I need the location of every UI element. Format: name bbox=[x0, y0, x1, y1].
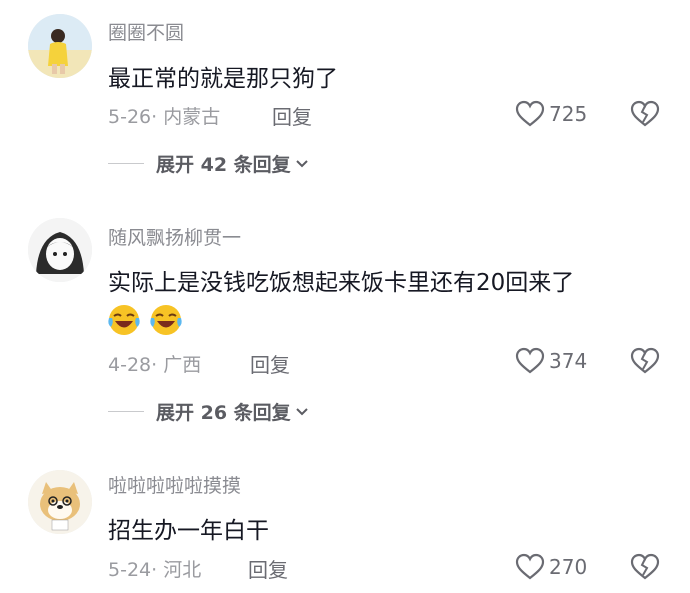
like-button[interactable]: 725 bbox=[515, 100, 587, 128]
avatar[interactable] bbox=[28, 218, 92, 282]
chevron-down-icon bbox=[291, 402, 309, 421]
reply-button[interactable]: 回复 bbox=[272, 101, 312, 130]
like-button[interactable]: 374 bbox=[515, 347, 587, 375]
username[interactable]: 啦啦啦啦啦摸摸 bbox=[108, 471, 241, 498]
heart-icon bbox=[515, 347, 545, 375]
laugh-cry-emoji-icon bbox=[106, 302, 142, 338]
comment-meta: 5-24· 河北 bbox=[108, 559, 202, 581]
comment-meta: 5-26· 内蒙古 bbox=[108, 106, 221, 128]
comment-date: 4-28 bbox=[108, 354, 152, 376]
reply-button[interactable]: 回复 bbox=[250, 349, 290, 378]
broken-heart-icon bbox=[630, 100, 660, 128]
like-count: 270 bbox=[549, 555, 588, 579]
like-count: 374 bbox=[549, 349, 588, 373]
reply-button[interactable]: 回复 bbox=[248, 554, 288, 583]
dislike-button[interactable] bbox=[630, 100, 660, 128]
comment-location: 内蒙古 bbox=[163, 106, 221, 128]
comment-date: 5-24 bbox=[108, 559, 152, 581]
chevron-down-icon bbox=[291, 154, 309, 173]
like-button[interactable]: 270 bbox=[515, 553, 587, 581]
comment-item: 啦啦啦啦啦摸摸 招生办一年白干 5-24· 河北 回复 270 bbox=[0, 440, 690, 593]
heart-icon bbox=[515, 100, 545, 128]
comment-location: 广西 bbox=[163, 354, 202, 376]
username[interactable]: 随风飘扬柳贯一 bbox=[108, 223, 241, 250]
broken-heart-icon bbox=[630, 347, 660, 375]
comment-text: 最正常的就是那只狗了 bbox=[108, 66, 338, 92]
comment-text: 招生办一年白干 bbox=[108, 518, 269, 544]
dislike-button[interactable] bbox=[630, 347, 660, 375]
comment-meta: 4-28· 广西 bbox=[108, 354, 202, 376]
expand-replies-label: 展开 42 条回复 bbox=[156, 154, 291, 176]
broken-heart-icon bbox=[630, 553, 660, 581]
comment-location: 河北 bbox=[163, 559, 202, 581]
comment-date: 5-26 bbox=[108, 106, 152, 128]
comment-item: 随风飘扬柳贯一 实际上是没钱吃饭想起来饭卡里还有20回来了 4-28· 广西 回… bbox=[0, 190, 690, 440]
username[interactable]: 圈圈不圆 bbox=[108, 18, 184, 45]
like-count: 725 bbox=[549, 102, 588, 126]
divider bbox=[108, 411, 144, 412]
avatar[interactable] bbox=[28, 470, 92, 534]
heart-icon bbox=[515, 553, 545, 581]
dislike-button[interactable] bbox=[630, 553, 660, 581]
expand-replies-button[interactable]: 展开 26 条回复 bbox=[108, 398, 309, 425]
emoji-row bbox=[106, 302, 184, 338]
avatar[interactable] bbox=[28, 14, 92, 78]
comment-item: 圈圈不圆 最正常的就是那只狗了 5-26· 内蒙古 回复 725 展开 42 条… bbox=[0, 0, 690, 190]
expand-replies-label: 展开 26 条回复 bbox=[156, 402, 291, 424]
comment-text: 实际上是没钱吃饭想起来饭卡里还有20回来了 bbox=[108, 270, 575, 296]
laugh-cry-emoji-icon bbox=[148, 302, 184, 338]
divider bbox=[108, 163, 144, 164]
expand-replies-button[interactable]: 展开 42 条回复 bbox=[108, 150, 309, 177]
